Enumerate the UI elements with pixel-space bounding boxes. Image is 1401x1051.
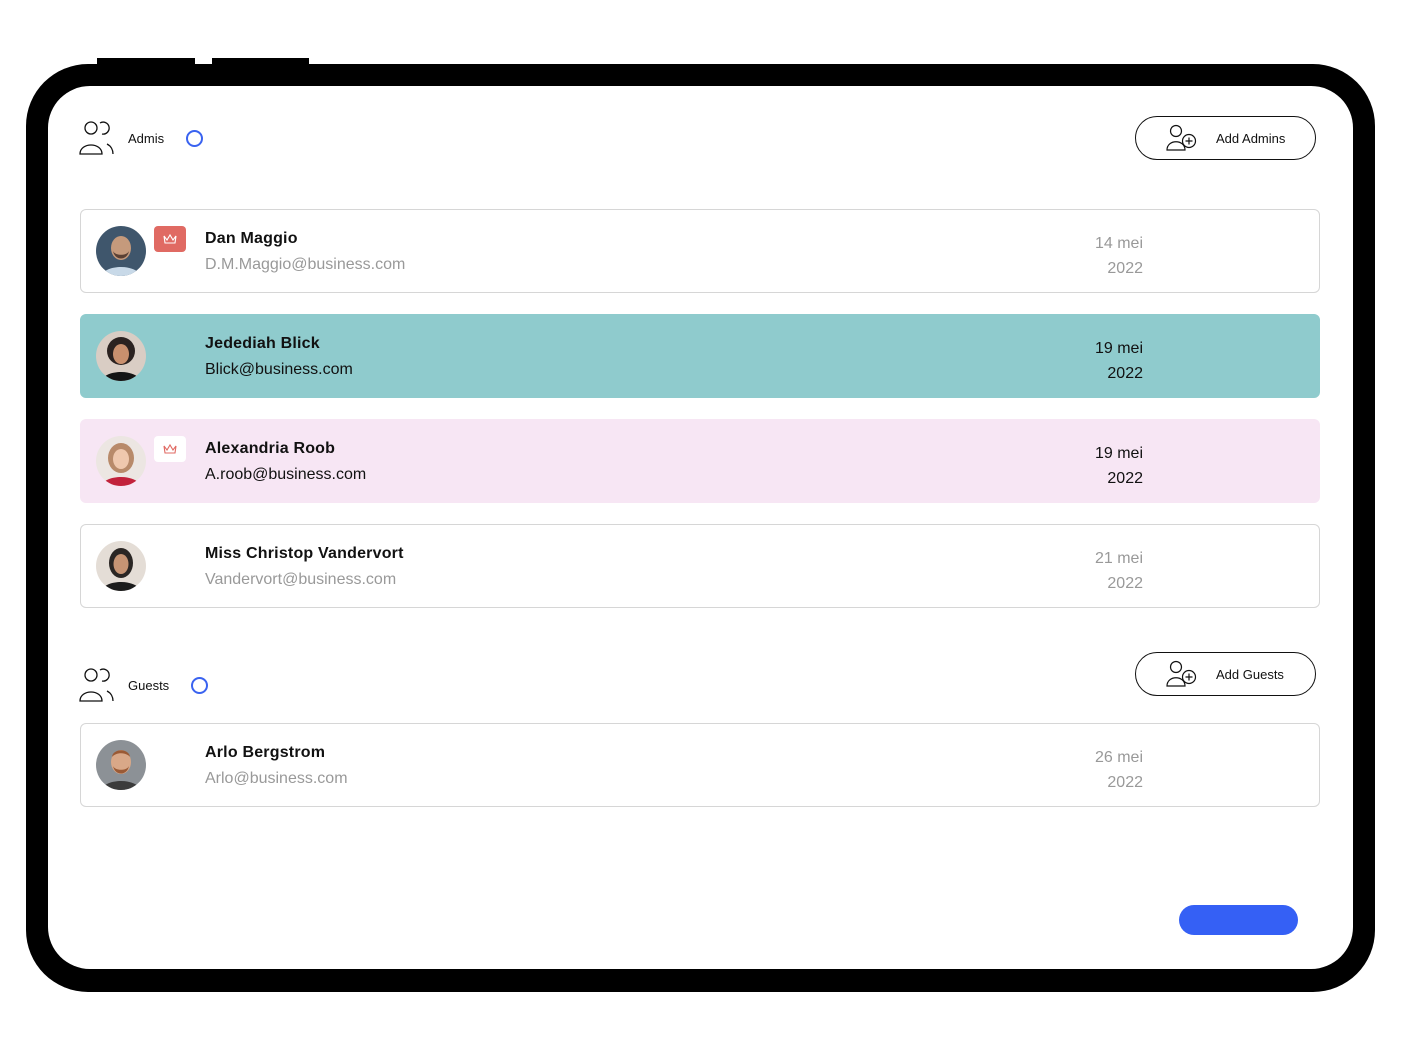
user-email: D.M.Maggio@business.com: [205, 256, 406, 273]
add-guests-button[interactable]: Add Guests: [1135, 652, 1316, 696]
add-admins-button[interactable]: Add Admins: [1135, 116, 1316, 160]
guests-label: Guests: [128, 677, 170, 693]
date-day: 19 mei: [1094, 340, 1143, 357]
admin-row-jedediah-blick[interactable]: Jedediah Blick Blick@business.com 19 mei…: [80, 314, 1320, 398]
date-year: 2022: [1107, 365, 1143, 382]
date-day: 26 mei: [1094, 749, 1143, 766]
user-date: 14 mei 2022: [1061, 231, 1143, 281]
guests-status-ring[interactable]: [191, 676, 209, 694]
admins-status-ring[interactable]: [186, 129, 204, 147]
crown-icon: [163, 233, 177, 244]
user-name: Miss Christop Vandervort: [205, 545, 404, 562]
user-date: 19 mei 2022: [1061, 336, 1143, 386]
avatar: [96, 541, 146, 591]
date-year: 2022: [1107, 260, 1143, 277]
admin-badge: [154, 226, 186, 252]
admin-row-alexandria-roob[interactable]: Alexandria Roob A.roob@business.com 19 m…: [80, 419, 1320, 503]
add-admins-label: Add Admins: [1216, 130, 1286, 146]
avatar: [96, 740, 146, 790]
date-year: 2022: [1107, 470, 1143, 487]
users-icon: [79, 668, 114, 702]
guest-row-arlo-bergstrom[interactable]: Arlo Bergstrom Arlo@business.com 26 mei …: [80, 723, 1320, 807]
user-email: Arlo@business.com: [205, 770, 348, 787]
tablet-frame: Admis Add Admins Dan Maggio D.M.Maggio@b…: [26, 64, 1375, 992]
user-date: 21 mei 2022: [1061, 546, 1143, 596]
avatar: [96, 226, 146, 276]
date-day: 21 mei: [1094, 550, 1143, 567]
user-date: 19 mei 2022: [1061, 441, 1143, 491]
user-email: Vandervort@business.com: [205, 571, 397, 588]
add-guests-label: Add Guests: [1216, 666, 1284, 682]
user-email: A.roob@business.com: [205, 466, 367, 483]
user-date: 26 mei 2022: [1061, 745, 1143, 795]
users-icon: [79, 121, 114, 155]
user-email: Blick@business.com: [205, 361, 353, 378]
user-name: Arlo Bergstrom: [205, 744, 326, 761]
add-user-icon: [1166, 124, 1197, 151]
admins-label: Admis: [128, 130, 165, 146]
admin-row-dan-maggio[interactable]: Dan Maggio D.M.Maggio@business.com 14 me…: [80, 209, 1320, 293]
user-name: Dan Maggio: [205, 230, 298, 247]
date-day: 14 mei: [1094, 235, 1143, 252]
screen: Admis Add Admins Dan Maggio D.M.Maggio@b…: [48, 86, 1353, 969]
user-name: Alexandria Roob: [205, 440, 336, 457]
avatar: [96, 331, 146, 381]
user-name: Jedediah Blick: [205, 335, 320, 352]
primary-action-button[interactable]: [1179, 905, 1298, 935]
avatar: [96, 436, 146, 486]
add-user-icon: [1166, 660, 1197, 687]
date-day: 19 mei: [1094, 445, 1143, 462]
admin-row-christop-vandervort[interactable]: Miss Christop Vandervort Vandervort@busi…: [80, 524, 1320, 608]
admins-header: Admis: [79, 120, 204, 156]
guests-header: Guests: [79, 667, 209, 703]
admin-badge: [154, 436, 186, 462]
date-year: 2022: [1107, 774, 1143, 791]
crown-icon: [163, 443, 177, 454]
date-year: 2022: [1107, 575, 1143, 592]
